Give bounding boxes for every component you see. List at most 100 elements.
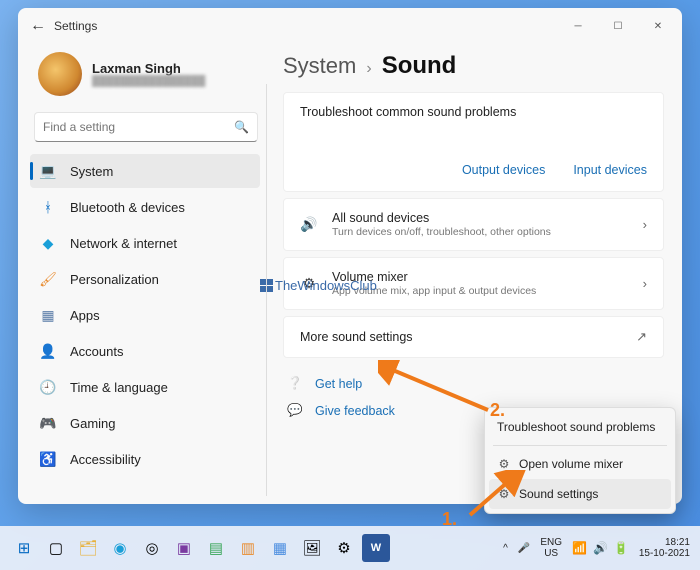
sidebar-item-time[interactable]: 🕘 Time & language <box>30 370 260 404</box>
sidebar-item-system[interactable]: 💻 System <box>30 154 260 188</box>
mixer-icon: ⚙ <box>300 275 318 292</box>
menu-label: Troubleshoot sound problems <box>497 420 655 434</box>
settings-icon[interactable]: ⚙ <box>330 534 358 562</box>
nav-label: Gaming <box>70 416 116 431</box>
breadcrumb-parent[interactable]: System <box>283 53 356 79</box>
menu-open-mixer[interactable]: ⚙ Open volume mixer <box>489 449 671 479</box>
search-field[interactable] <box>43 120 234 134</box>
nav-label: Accounts <box>70 344 123 359</box>
system-tray: ^ 🎤 ENGUS 📶 🔊 🔋 18:2115-10-2021 <box>503 537 690 559</box>
user-account[interactable]: Laxman Singh ████████████████ <box>30 48 266 106</box>
app-icon[interactable]: ▥ <box>234 534 262 562</box>
sidebar-item-accounts[interactable]: 👤 Accounts <box>30 334 260 368</box>
feedback-icon: 💬 <box>287 403 303 418</box>
sidebar-item-apps[interactable]: ▦ Apps <box>30 298 260 332</box>
time-icon: 🕘 <box>40 379 56 395</box>
apps-icon: ▦ <box>40 307 56 323</box>
nav-label: Accessibility <box>70 452 141 467</box>
row-title: More sound settings <box>300 330 622 344</box>
more-sound-settings-row[interactable]: More sound settings ↗ <box>283 316 664 358</box>
input-devices-link[interactable]: Input devices <box>573 163 647 177</box>
help-icon: ❔ <box>287 376 303 391</box>
tray-overflow[interactable]: ^ <box>503 543 508 554</box>
volume-icon[interactable]: 🔊 <box>593 541 608 555</box>
chrome-icon[interactable]: ◎ <box>138 534 166 562</box>
edge-icon[interactable]: ◉ <box>106 534 134 562</box>
troubleshoot-card: Troubleshoot common sound problems Outpu… <box>283 92 664 192</box>
nav-list: 💻 System ᚼ Bluetooth & devices ◆ Network… <box>30 154 266 476</box>
system-icon: 💻 <box>40 163 56 179</box>
menu-separator <box>493 445 667 446</box>
nav-label: Apps <box>70 308 100 323</box>
sidebar-item-gaming[interactable]: 🎮 Gaming <box>30 406 260 440</box>
battery-icon[interactable]: 🔋 <box>614 541 629 555</box>
nav-label: Personalization <box>70 272 159 287</box>
minimize-button[interactable]: ─ <box>558 12 598 40</box>
sound-context-menu: Troubleshoot sound problems ⚙ Open volum… <box>484 407 676 514</box>
close-button[interactable]: ✕ <box>638 12 678 40</box>
app-icon[interactable]: ▣ <box>170 534 198 562</box>
task-view-button[interactable]: ▢ <box>42 534 70 562</box>
wifi-icon[interactable]: 📶 <box>572 541 587 555</box>
page-title: Sound <box>382 52 457 80</box>
search-input[interactable]: 🔍 <box>34 112 258 142</box>
maximize-button[interactable]: ☐ <box>598 12 638 40</box>
output-devices-link[interactable]: Output devices <box>462 163 545 177</box>
chevron-right-icon: › <box>643 217 647 232</box>
speaker-icon: 🔊 <box>300 216 318 233</box>
taskbar: ⊞ ▢ 🗂 ◉ ◎ ▣ ▤ ▥ ▦ 🖼 ⚙ W ^ 🎤 ENGUS 📶 🔊 🔋 … <box>0 526 700 570</box>
row-subtitle: App volume mix, app input & output devic… <box>332 285 629 297</box>
external-link-icon: ↗ <box>636 329 647 345</box>
breadcrumb: System › Sound <box>283 52 664 80</box>
row-title: All sound devices <box>332 211 629 225</box>
nav-label: System <box>70 164 113 179</box>
avatar <box>38 52 82 96</box>
bluetooth-icon: ᚼ <box>40 199 56 215</box>
nav-label: Time & language <box>70 380 168 395</box>
row-title: Volume mixer <box>332 270 629 284</box>
menu-label: Open volume mixer <box>519 457 623 471</box>
network-icon: ◆ <box>40 235 56 251</box>
accessibility-icon: ♿ <box>40 451 56 467</box>
sidebar: Laxman Singh ████████████████ 🔍 💻 System… <box>18 44 266 504</box>
sidebar-item-network[interactable]: ◆ Network & internet <box>30 226 260 260</box>
app-icon[interactable]: ▦ <box>266 534 294 562</box>
volume-mixer-row[interactable]: ⚙ Volume mixer App volume mix, app input… <box>283 257 664 310</box>
file-explorer-icon[interactable]: 🗂 <box>74 534 102 562</box>
get-help-link[interactable]: ❔ Get help <box>283 370 664 397</box>
gear-icon: ⚙ <box>497 487 511 501</box>
gaming-icon: 🎮 <box>40 415 56 431</box>
link-label: Get help <box>315 377 362 391</box>
sidebar-item-bluetooth[interactable]: ᚼ Bluetooth & devices <box>30 190 260 224</box>
window-title: Settings <box>54 19 97 33</box>
titlebar: ← Settings ─ ☐ ✕ <box>18 8 682 44</box>
menu-troubleshoot[interactable]: Troubleshoot sound problems <box>489 412 671 442</box>
chevron-right-icon: › <box>643 276 647 291</box>
menu-label: Sound settings <box>519 487 598 501</box>
clock[interactable]: 18:2115-10-2021 <box>639 537 690 559</box>
app-icon[interactable]: 🖼 <box>298 534 326 562</box>
sidebar-item-accessibility[interactable]: ♿ Accessibility <box>30 442 260 476</box>
personalization-icon: 🖌 <box>40 271 56 287</box>
nav-label: Bluetooth & devices <box>70 200 185 215</box>
chevron-right-icon: › <box>366 60 371 78</box>
search-icon: 🔍 <box>234 120 249 134</box>
start-button[interactable]: ⊞ <box>10 534 38 562</box>
gear-icon: ⚙ <box>497 457 511 471</box>
back-button[interactable]: ← <box>22 17 54 35</box>
language-indicator[interactable]: ENGUS <box>540 537 562 559</box>
all-sound-devices-row[interactable]: 🔊 All sound devices Turn devices on/off,… <box>283 198 664 251</box>
user-email: ████████████████ <box>92 76 205 87</box>
row-subtitle: Turn devices on/off, troubleshoot, other… <box>332 226 629 238</box>
menu-sound-settings[interactable]: ⚙ Sound settings <box>489 479 671 509</box>
accounts-icon: 👤 <box>40 343 56 359</box>
user-name: Laxman Singh <box>92 61 205 76</box>
mic-icon[interactable]: 🎤 <box>518 543 530 554</box>
divider <box>266 84 267 496</box>
nav-label: Network & internet <box>70 236 177 251</box>
link-label: Give feedback <box>315 404 395 418</box>
card-title: Troubleshoot common sound problems <box>300 105 647 119</box>
sidebar-item-personalization[interactable]: 🖌 Personalization <box>30 262 260 296</box>
word-icon[interactable]: W <box>362 534 390 562</box>
app-icon[interactable]: ▤ <box>202 534 230 562</box>
